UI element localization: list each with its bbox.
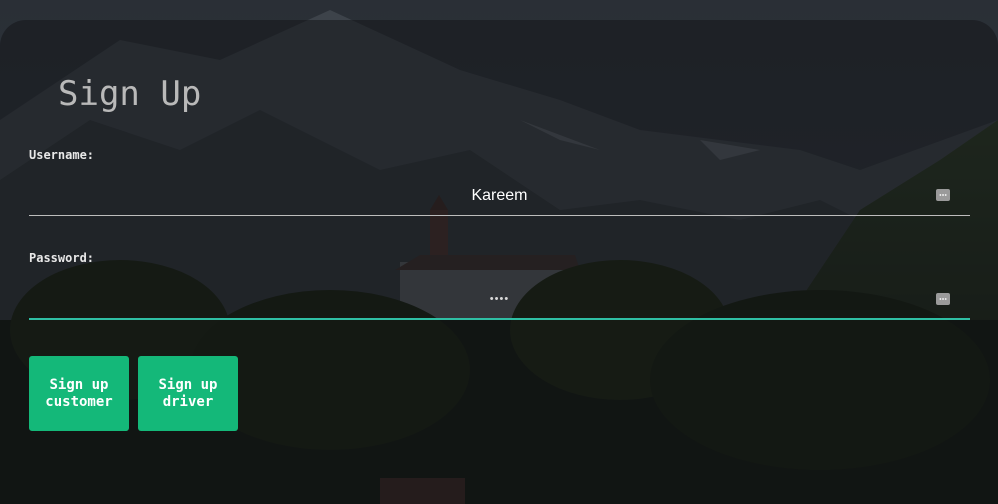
username-field-wrapper (29, 176, 970, 216)
password-input[interactable] (29, 280, 970, 318)
keyboard-dots-icon[interactable] (936, 189, 950, 201)
signup-driver-button[interactable]: Sign up driver (138, 356, 238, 431)
signup-customer-button[interactable]: Sign up customer (29, 356, 129, 431)
password-field-wrapper (29, 280, 970, 320)
password-label: Password: (29, 251, 95, 265)
username-input[interactable] (29, 176, 970, 215)
page-title: Sign Up (58, 74, 202, 114)
username-label: Username: (29, 148, 95, 162)
keyboard-dots-icon[interactable] (936, 293, 950, 305)
